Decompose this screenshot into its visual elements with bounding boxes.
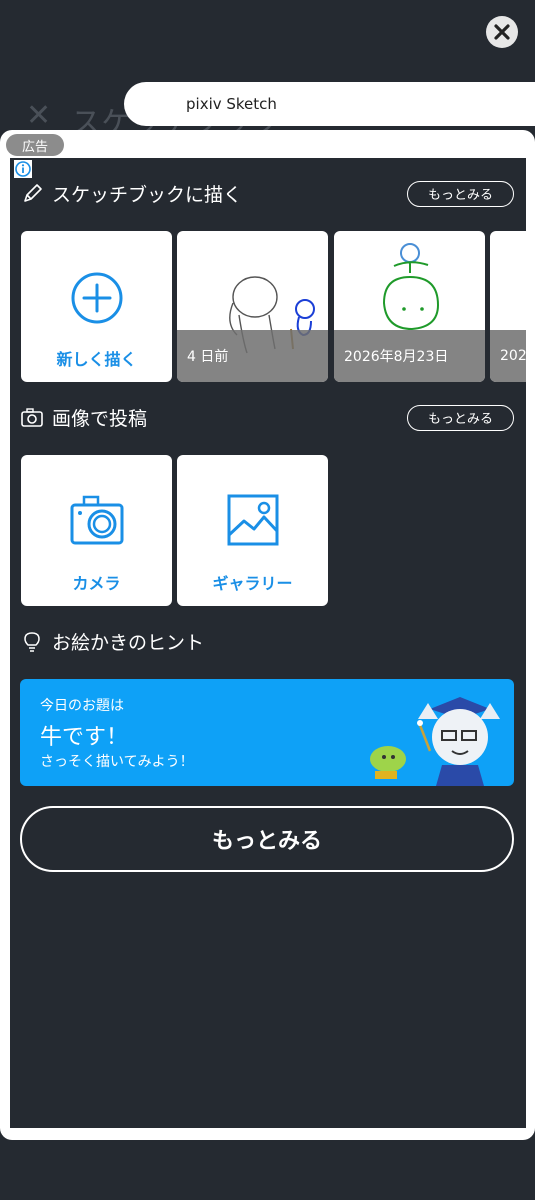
daily-theme-banner[interactable]: 今日のお題は 牛です！ さっそく描いてみよう！ — [20, 679, 514, 786]
new-drawing-card[interactable]: 新しく描く — [21, 231, 172, 382]
camera-card[interactable]: カメラ — [21, 455, 172, 606]
sketch-thumb-date: 2026年8月23日 — [334, 330, 485, 382]
more-button[interactable]: もっとみる — [20, 806, 514, 872]
sketch-thumb-date: 4 日前 — [177, 330, 328, 382]
info-icon[interactable] — [14, 160, 32, 178]
hint-section-header: お絵かきのヒント — [20, 628, 514, 655]
camera-small-icon — [21, 407, 43, 427]
sketch-thumb-date: 202 — [490, 330, 526, 382]
camera-label: カメラ — [72, 574, 121, 593]
close-icon — [494, 24, 510, 40]
sketch-thumb[interactable]: 4 日前 — [177, 231, 328, 382]
gallery-label: ギャラリー — [212, 574, 293, 593]
browser-title: pixiv Sketch — [186, 95, 277, 113]
browser-title-bar[interactable]: pixiv Sketch — [124, 82, 535, 126]
close-ad-button[interactable] — [486, 16, 518, 48]
post-section-header: 画像で投稿 もっとみる — [20, 404, 514, 431]
banner-line1: 今日のお題は — [40, 698, 124, 714]
new-drawing-label: 新しく描く — [56, 350, 137, 369]
plus-circle-icon — [71, 272, 123, 324]
ad-badge: 広告 — [6, 134, 64, 156]
camera-icon — [70, 495, 124, 545]
post-more-button[interactable]: もっとみる — [406, 404, 514, 431]
gallery-card[interactable]: ギャラリー — [177, 455, 328, 606]
ad-content: スケッチブックに描く もっとみる 新しく描く 4 日前 2026年8月23日 2… — [10, 158, 526, 1128]
hint-title: お絵かきのヒント — [52, 632, 205, 654]
lightbulb-icon — [24, 631, 40, 652]
sketch-thumb[interactable]: 202 — [490, 231, 526, 382]
post-title: 画像で投稿 — [52, 408, 148, 430]
banner-line3: さっそく描いてみよう！ — [40, 754, 194, 770]
pencil-icon — [24, 183, 42, 202]
gallery-icon — [227, 494, 279, 546]
mascot-illustration — [370, 697, 500, 786]
sketchbook-section-header: スケッチブックに描く もっとみる — [20, 180, 514, 207]
sketchbook-title: スケッチブックに描く — [52, 184, 243, 206]
sketch-thumb[interactable]: 2026年8月23日 — [334, 231, 485, 382]
sketchbook-more-button[interactable]: もっとみる — [406, 180, 514, 207]
banner-line2: 牛です！ — [40, 725, 129, 750]
